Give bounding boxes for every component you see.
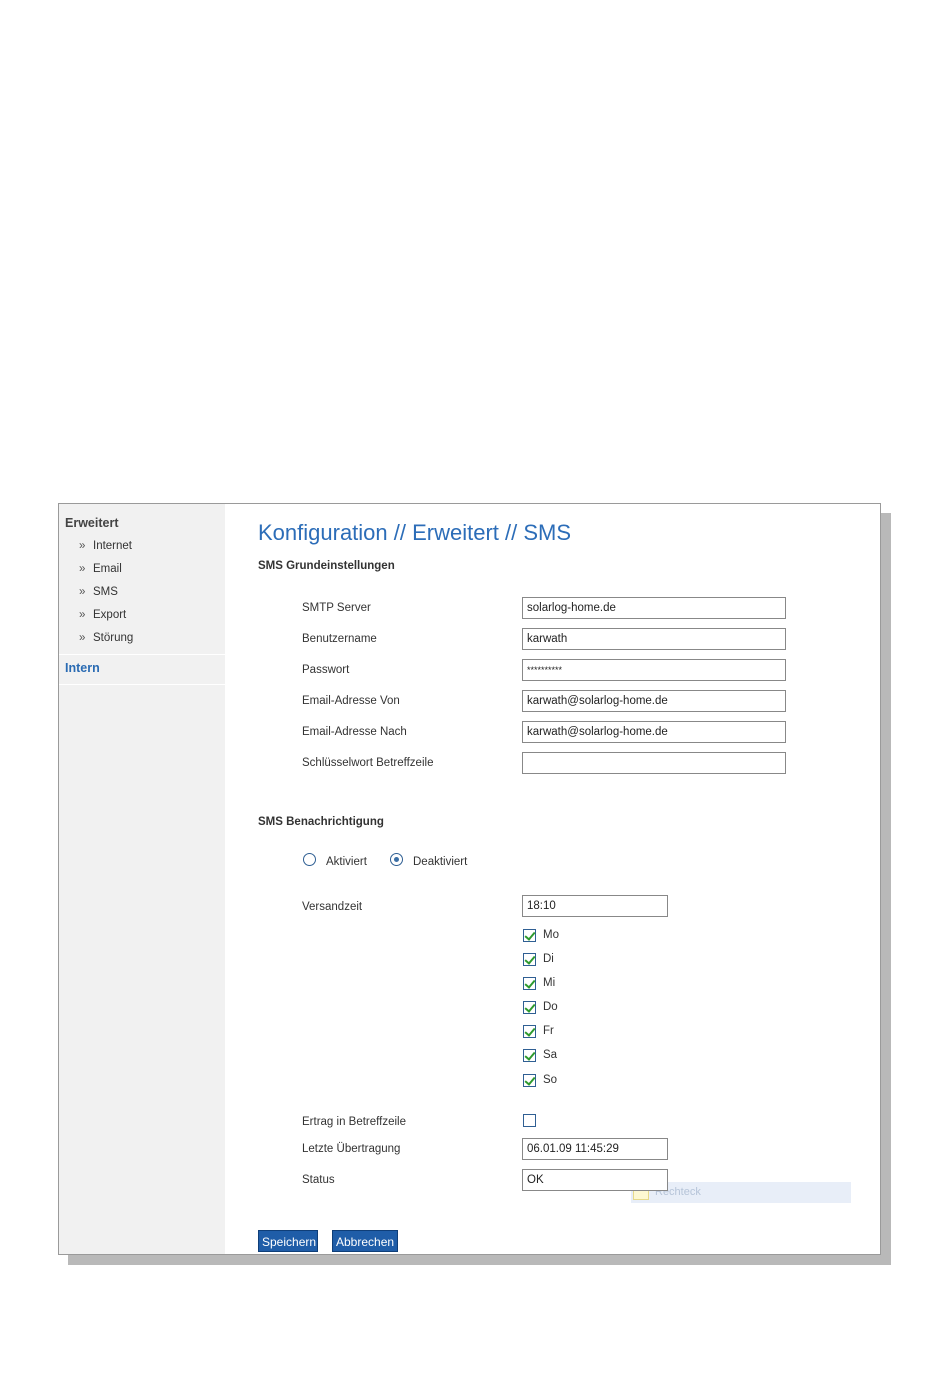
radio-deaktiviert-label: Deaktiviert <box>413 856 468 868</box>
username-label: Benutzername <box>302 633 377 645</box>
bullet-icon: » <box>79 609 86 621</box>
radio-aktiviert-label: Aktiviert <box>326 856 367 868</box>
sidebar-item-label: Internet <box>93 540 132 552</box>
sidebar-item-email[interactable]: » Email <box>79 563 122 575</box>
sidebar-item-internet[interactable]: » Internet <box>79 540 132 552</box>
page-title: Konfiguration // Erweitert // SMS <box>258 520 572 545</box>
smtp-server-input[interactable]: solarlog-home.de <box>522 597 786 619</box>
status-value: OK <box>522 1169 668 1191</box>
sidebar: Erweitert » Internet » Email » SMS » Export … <box>59 504 225 1254</box>
section-heading-notify: SMS Benachrichtigung <box>258 816 384 828</box>
bullet-icon: » <box>79 563 86 575</box>
day-label-sa: Sa <box>543 1049 558 1061</box>
sidebar-item-stoerung[interactable]: » Störung <box>79 632 133 644</box>
day-label-mi: Mi <box>543 977 556 989</box>
day-checkbox-so[interactable] <box>523 1074 536 1087</box>
last-transfer-value: 06.01.09 11:45:29 <box>522 1138 668 1160</box>
day-label-di: Di <box>543 953 554 965</box>
yield-subject-label: Ertrag in Betreffzeile <box>302 1116 406 1128</box>
bullet-icon: » <box>79 540 86 552</box>
bullet-icon: » <box>79 586 86 598</box>
sidebar-item-sms[interactable]: » SMS <box>79 586 118 598</box>
email-from-label: Email-Adresse Von <box>302 695 400 707</box>
sidebar-divider <box>59 654 225 655</box>
cancel-button[interactable]: Abbrechen <box>332 1230 398 1252</box>
sidebar-heading-erweitert[interactable]: Erweitert <box>65 516 119 530</box>
day-label-so: So <box>543 1074 558 1086</box>
email-to-input[interactable]: karwath@solarlog-home.de <box>522 721 786 743</box>
sidebar-item-label: Störung <box>93 632 134 644</box>
subject-keyword-label: Schlüsselwort Betreffzeile <box>302 757 434 769</box>
password-input[interactable]: ********** <box>522 659 786 681</box>
sidebar-item-label: Email <box>93 563 122 575</box>
day-checkbox-do[interactable] <box>523 1001 536 1014</box>
yield-subject-checkbox[interactable] <box>523 1114 536 1127</box>
day-label-fr: Fr <box>543 1025 554 1037</box>
day-checkbox-mi[interactable] <box>523 977 536 990</box>
day-label-mo: Mo <box>543 929 559 941</box>
day-checkbox-sa[interactable] <box>523 1049 536 1062</box>
sidebar-heading-intern[interactable]: Intern <box>65 661 100 675</box>
smtp-server-label: SMTP Server <box>302 602 371 614</box>
username-input[interactable]: karwath <box>522 628 786 650</box>
send-time-label: Versandzeit <box>302 901 363 913</box>
sidebar-item-label: Export <box>93 609 127 621</box>
sidebar-item-export[interactable]: » Export <box>79 609 126 621</box>
password-label: Passwort <box>302 664 350 676</box>
day-label-do: Do <box>543 1001 558 1013</box>
sidebar-item-label: SMS <box>93 586 118 598</box>
subject-keyword-input[interactable] <box>522 752 786 774</box>
day-checkbox-mo[interactable] <box>523 929 536 942</box>
section-heading-basic: SMS Grundeinstellungen <box>258 560 395 572</box>
save-button[interactable]: Speichern <box>258 1230 318 1252</box>
day-checkbox-di[interactable] <box>523 953 536 966</box>
sidebar-divider <box>59 684 225 685</box>
radio-deaktiviert[interactable] <box>390 853 403 866</box>
last-transfer-label: Letzte Übertragung <box>302 1143 401 1155</box>
config-window: Erweitert » Internet » Email » SMS » Export … <box>58 503 881 1255</box>
email-to-label: Email-Adresse Nach <box>302 726 407 738</box>
email-from-input[interactable]: karwath@solarlog-home.de <box>522 690 786 712</box>
radio-aktiviert[interactable] <box>303 853 316 866</box>
day-checkbox-fr[interactable] <box>523 1025 536 1038</box>
status-label: Status <box>302 1174 335 1186</box>
send-time-input[interactable]: 18:10 <box>522 895 668 917</box>
bullet-icon: » <box>79 632 86 644</box>
